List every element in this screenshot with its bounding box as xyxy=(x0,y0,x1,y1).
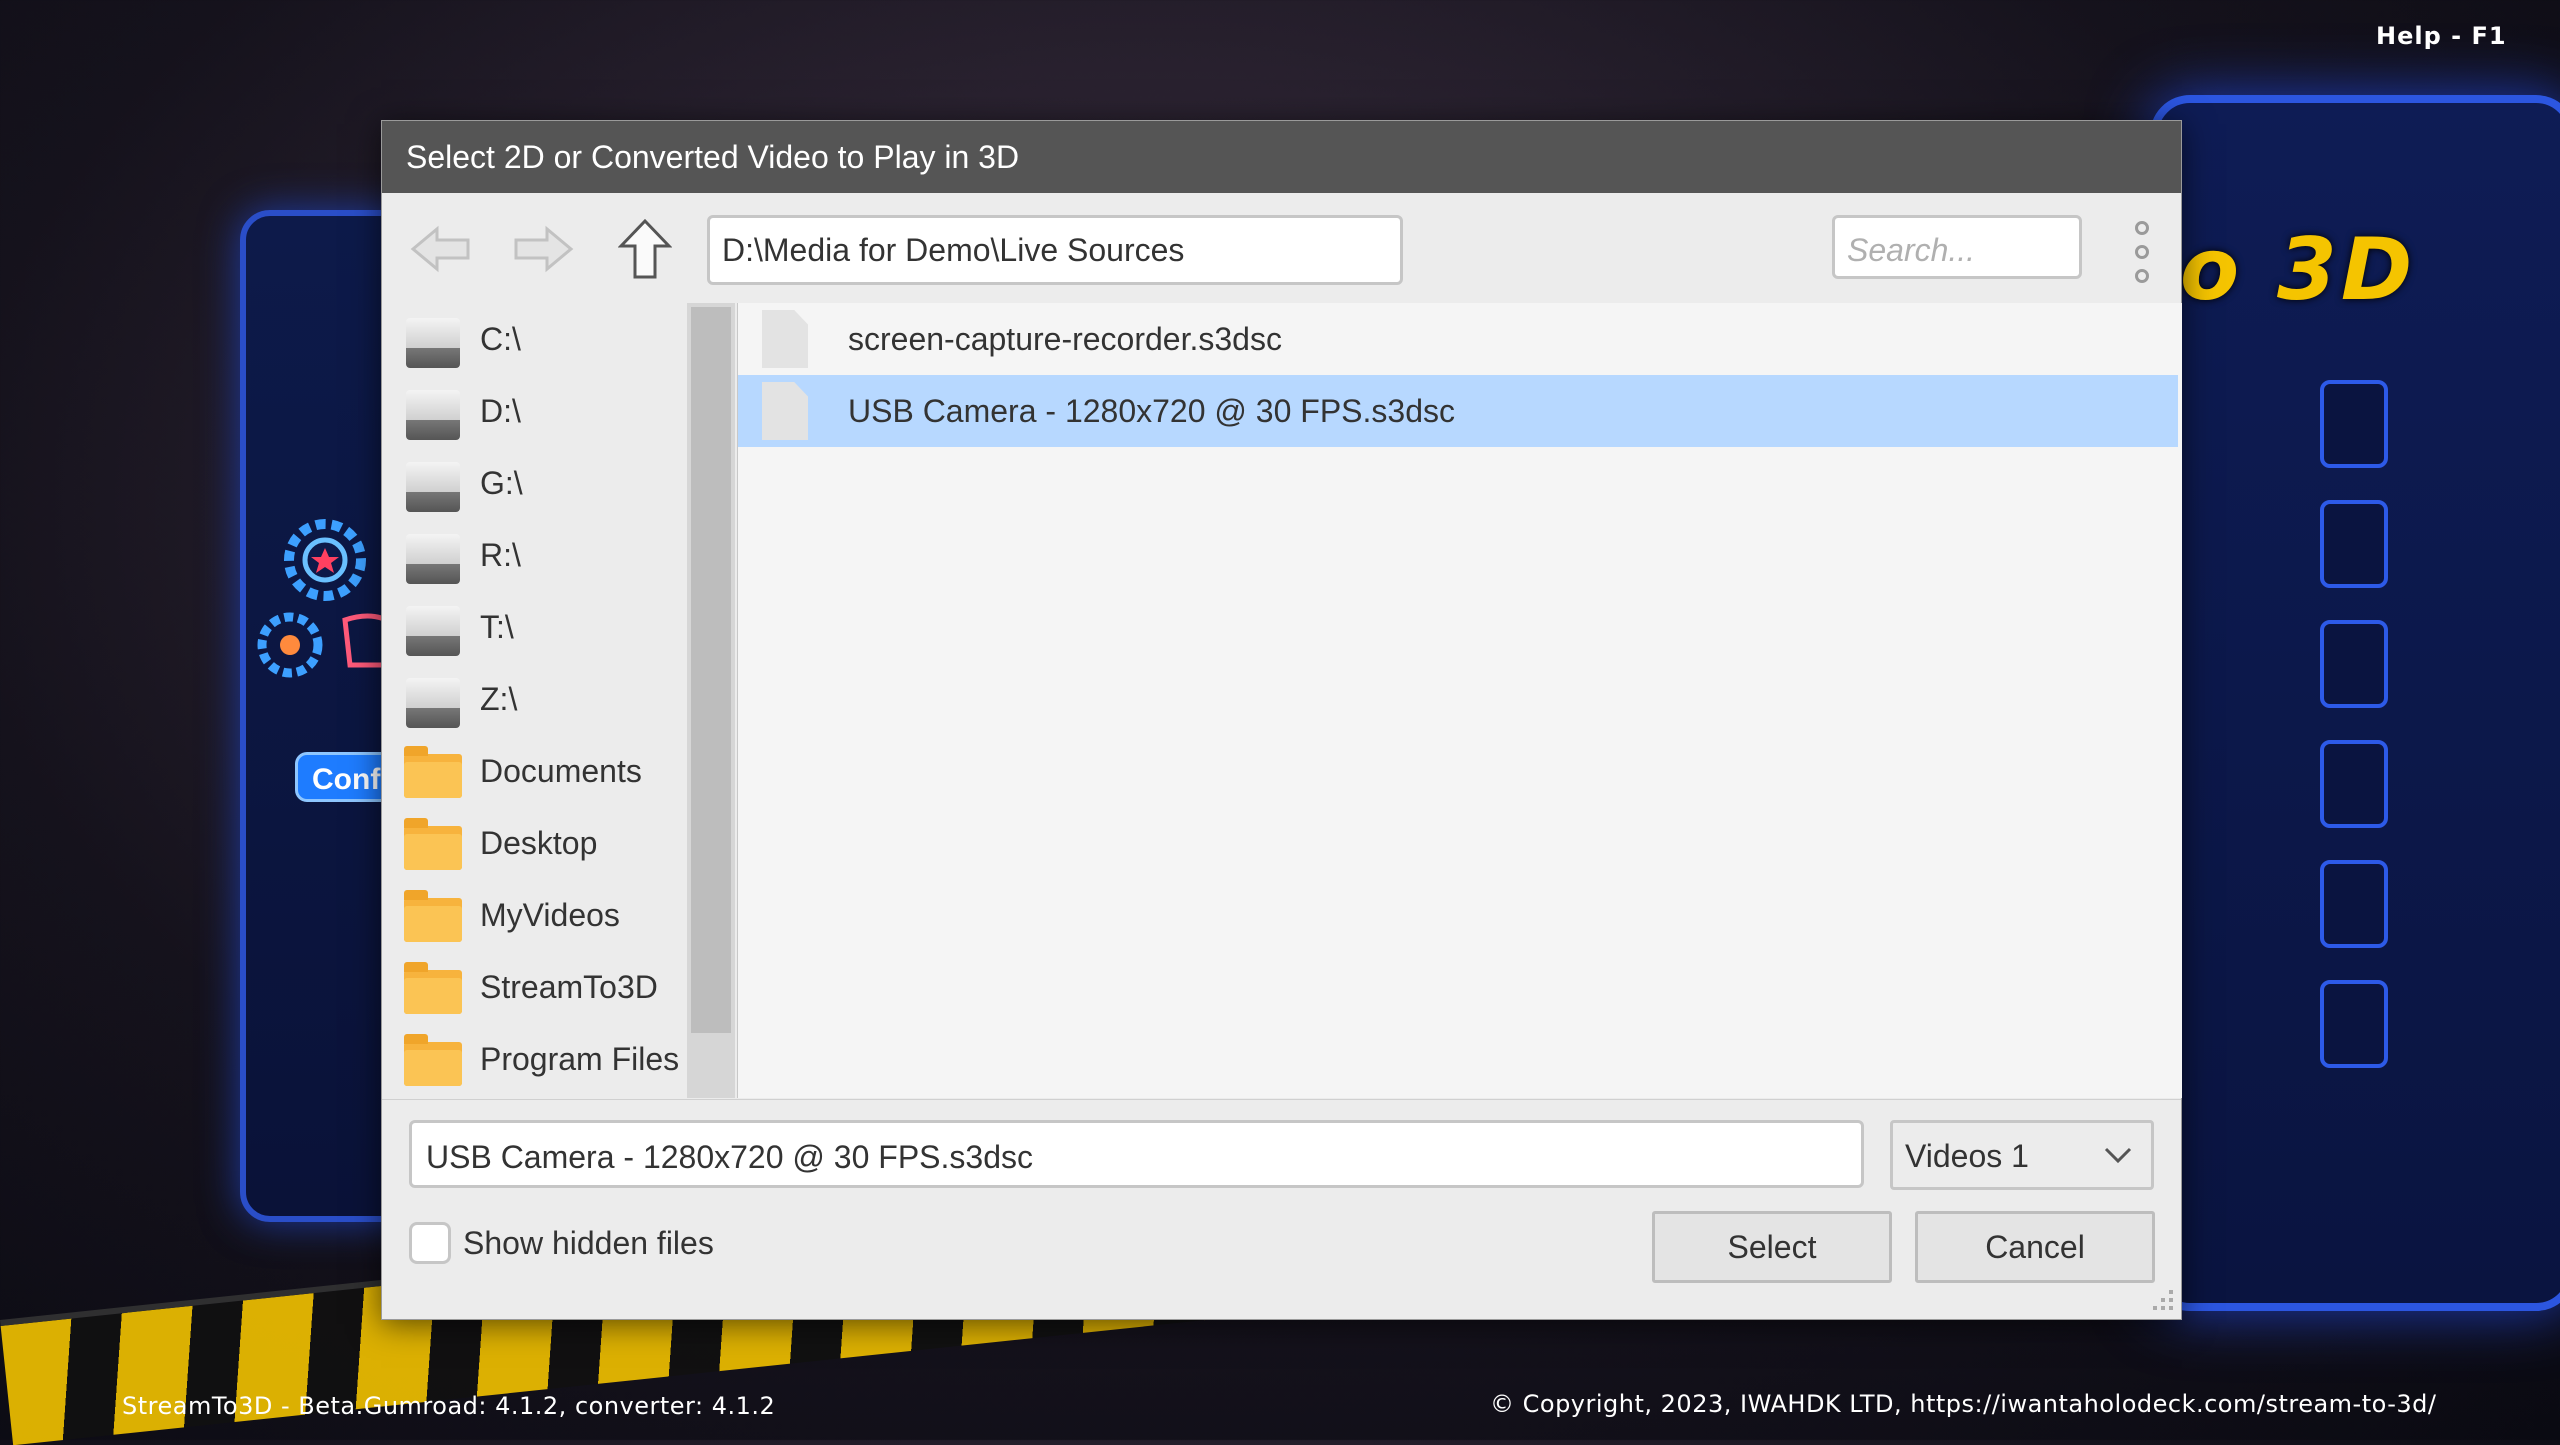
show-hidden-label: Show hidden files xyxy=(463,1224,714,1261)
sidebar-item-d-drive[interactable]: D:\ xyxy=(382,375,687,447)
background-slot xyxy=(2320,740,2388,828)
file-name: USB Camera - 1280x720 @ 30 FPS.s3dsc xyxy=(848,392,1455,429)
sidebar-item-myvideos[interactable]: MyVideos xyxy=(382,879,687,951)
sidebar-item-c-drive[interactable]: C:\ xyxy=(382,303,687,375)
background-slot xyxy=(2320,860,2388,948)
arrow-left-icon xyxy=(410,225,470,273)
back-button[interactable] xyxy=(406,215,476,283)
file-name: screen-capture-recorder.s3dsc xyxy=(848,320,1282,357)
config-gear-icon xyxy=(257,519,398,678)
places-sidebar: C:\ D:\ G:\ R:\ T:\ Z:\ Documents Deskto… xyxy=(382,303,687,1098)
copyright-info: © Copyright, 2023, IWAHDK LTD, https://i… xyxy=(1490,1390,2437,1418)
scrollbar-thumb[interactable] xyxy=(691,307,731,1033)
folder-icon xyxy=(402,1028,464,1090)
sidebar-item-r-drive[interactable]: R:\ xyxy=(382,519,687,591)
sidebar-scrollbar[interactable] xyxy=(687,303,735,1098)
file-type-select[interactable]: Videos 1 xyxy=(1890,1120,2154,1190)
background-slot xyxy=(2320,980,2388,1068)
path-input[interactable]: D:\Media for Demo\Live Sources xyxy=(707,215,1403,285)
sidebar-item-label: Desktop xyxy=(480,824,598,861)
sidebar-item-g-drive[interactable]: G:\ xyxy=(382,447,687,519)
sidebar-item-label: MyVideos xyxy=(480,896,620,933)
file-icon xyxy=(758,308,814,370)
dialog-title: Select 2D or Converted Video to Play in … xyxy=(382,121,2181,193)
app-logo-text: o 3D xyxy=(2180,220,2417,320)
dialog-body: C:\ D:\ G:\ R:\ T:\ Z:\ Documents Deskto… xyxy=(382,303,2182,1098)
show-hidden-toggle[interactable]: Show hidden files xyxy=(409,1222,714,1264)
up-folder-button[interactable] xyxy=(610,215,680,283)
drive-icon xyxy=(402,380,464,442)
drive-icon xyxy=(402,524,464,586)
file-list: screen-capture-recorder.s3dsc USB Camera… xyxy=(737,303,2182,1098)
version-info: StreamTo3D - Beta.Gumroad: 4.1.2, conver… xyxy=(122,1392,776,1420)
drive-icon xyxy=(402,668,464,730)
sidebar-item-documents[interactable]: Documents xyxy=(382,735,687,807)
vertical-dots-icon xyxy=(2135,221,2149,235)
drive-icon xyxy=(402,596,464,658)
sidebar-item-program-files[interactable]: Program Files xyxy=(382,1023,687,1095)
vertical-dots-icon xyxy=(2135,245,2149,259)
sidebar-item-label: Program Files xyxy=(480,1040,680,1077)
drive-icon xyxy=(402,308,464,370)
file-type-value: Videos 1 xyxy=(1905,1138,2029,1174)
dialog-toolbar: D:\Media for Demo\Live Sources Search... xyxy=(382,193,2181,303)
help-hint: Help - F1 xyxy=(2376,22,2507,50)
folder-icon xyxy=(402,740,464,802)
vertical-dots-icon xyxy=(2135,269,2149,283)
sidebar-item-label: Documents xyxy=(480,752,642,789)
folder-icon xyxy=(402,956,464,1018)
sidebar-item-label: StreamTo3D xyxy=(480,968,658,1005)
forward-button[interactable] xyxy=(508,215,578,283)
folder-icon xyxy=(402,884,464,946)
config-button-background: Conf xyxy=(295,752,395,802)
filename-input[interactable]: USB Camera - 1280x720 @ 30 FPS.s3dsc xyxy=(409,1120,1864,1188)
sidebar-item-label: Z:\ xyxy=(480,680,518,717)
sidebar-item-label: C:\ xyxy=(480,320,521,357)
background-slot xyxy=(2320,380,2388,468)
drive-icon xyxy=(402,452,464,514)
sidebar-item-streamto3d[interactable]: StreamTo3D xyxy=(382,951,687,1023)
search-input[interactable]: Search... xyxy=(1832,215,2082,279)
sidebar-item-label: D:\ xyxy=(480,392,521,429)
file-icon xyxy=(758,380,814,442)
sidebar-item-label: T:\ xyxy=(480,608,514,645)
file-select-dialog: Select 2D or Converted Video to Play in … xyxy=(381,120,2182,1320)
chevron-down-icon xyxy=(2104,1147,2132,1164)
sidebar-item-desktop[interactable]: Desktop xyxy=(382,807,687,879)
show-hidden-checkbox[interactable] xyxy=(409,1222,451,1264)
select-button[interactable]: Select xyxy=(1652,1211,1892,1283)
file-row[interactable]: screen-capture-recorder.s3dsc xyxy=(738,303,2178,375)
file-row-selected[interactable]: USB Camera - 1280x720 @ 30 FPS.s3dsc xyxy=(738,375,2178,447)
background-slot xyxy=(2320,620,2388,708)
cancel-button[interactable]: Cancel xyxy=(1915,1211,2155,1283)
folder-icon xyxy=(402,812,464,874)
background-slot xyxy=(2320,500,2388,588)
arrow-up-icon xyxy=(618,218,672,279)
sidebar-item-label: G:\ xyxy=(480,464,523,501)
sidebar-item-t-drive[interactable]: T:\ xyxy=(382,591,687,663)
more-options-button[interactable] xyxy=(2127,221,2157,283)
arrow-right-icon xyxy=(514,225,574,273)
sidebar-item-label: R:\ xyxy=(480,536,521,573)
dialog-footer: USB Camera - 1280x720 @ 30 FPS.s3dsc Vid… xyxy=(382,1099,2181,1320)
resize-grip-icon[interactable] xyxy=(2147,1286,2175,1314)
sidebar-item-z-drive[interactable]: Z:\ xyxy=(382,663,687,735)
